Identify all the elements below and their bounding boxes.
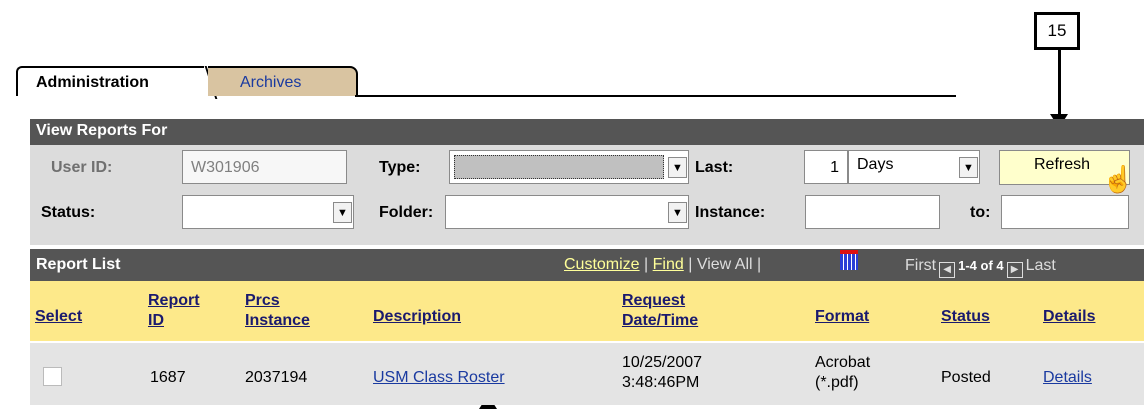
last-link: Last xyxy=(1025,257,1056,274)
report-list-title: Report List xyxy=(36,256,121,273)
customize-link[interactable]: Customize xyxy=(564,256,640,273)
callout-number: 15 xyxy=(1047,21,1067,40)
last-value: 1 xyxy=(830,159,839,176)
view-reports-header: View Reports For xyxy=(30,119,1144,145)
type-label: Type: xyxy=(379,159,421,176)
find-link[interactable]: Find xyxy=(653,256,684,273)
col-format[interactable]: Format xyxy=(815,307,869,327)
last-unit-value: Days xyxy=(857,156,894,173)
col-status[interactable]: Status xyxy=(941,307,990,327)
col-select[interactable]: Select xyxy=(35,307,82,327)
row-description-link[interactable]: USM Class Roster xyxy=(373,368,505,388)
status-label: Status: xyxy=(41,204,96,221)
callout-arrow xyxy=(1058,50,1061,118)
user-id-field: W301906 xyxy=(182,150,347,184)
instance-label: Instance: xyxy=(695,204,766,221)
previous-icon[interactable]: ◀ xyxy=(939,262,956,278)
chevron-down-icon[interactable]: ▼ xyxy=(668,202,687,223)
row-select-checkbox[interactable] xyxy=(43,367,62,386)
user-id-label: User ID: xyxy=(51,159,113,176)
next-icon[interactable]: ▶ xyxy=(1006,262,1023,278)
hand-cursor-icon: ☝ xyxy=(1102,164,1135,194)
refresh-label: Refresh xyxy=(1034,156,1091,173)
last-unit-select[interactable]: Days ▼ xyxy=(848,150,980,184)
chevron-down-icon[interactable]: ▼ xyxy=(668,157,687,178)
col-details[interactable]: Details xyxy=(1043,307,1095,327)
callout-box: 15 xyxy=(1034,12,1080,50)
type-select[interactable]: ▼ xyxy=(449,150,689,184)
row-status: Posted xyxy=(941,369,991,386)
to-label: to: xyxy=(970,204,991,221)
status-select[interactable]: ▼ xyxy=(182,195,354,229)
instance-from-input[interactable] xyxy=(805,195,940,229)
view-reports-title: View Reports For xyxy=(36,122,168,139)
col-description[interactable]: Description xyxy=(373,307,461,327)
last-label: Last: xyxy=(695,159,734,176)
instance-to-input[interactable] xyxy=(1001,195,1129,229)
tab-administration-label: Administration xyxy=(36,74,149,91)
tab-administration[interactable]: Administration xyxy=(16,66,204,96)
download-grid-icon[interactable] xyxy=(840,250,858,270)
folder-select[interactable]: ▼ xyxy=(445,195,689,229)
page-range: 1-4 of 4 xyxy=(958,258,1004,273)
row-format: Acrobat (*.pdf) xyxy=(815,354,871,391)
view-all-link[interactable]: View All xyxy=(697,256,753,273)
last-value-field[interactable]: 1 xyxy=(804,150,848,184)
col-request-datetime[interactable]: Request Date/Time xyxy=(622,291,698,331)
tab-archives[interactable]: Archives xyxy=(208,66,358,96)
row-prcs-instance: 2037194 xyxy=(245,369,308,386)
tab-divider xyxy=(355,95,956,97)
col-prcs-instance[interactable]: Prcs Instance xyxy=(245,291,310,331)
first-link: First xyxy=(905,257,937,274)
col-report-id[interactable]: Report ID xyxy=(148,291,200,331)
folder-label: Folder: xyxy=(379,204,434,221)
chevron-down-icon[interactable]: ▼ xyxy=(959,157,978,178)
tab-archives-label: Archives xyxy=(240,74,302,91)
chevron-down-icon[interactable]: ▼ xyxy=(333,202,352,223)
list-toolbar: Customize | Find | View All | xyxy=(564,256,762,273)
type-select-focus xyxy=(454,155,664,179)
row-details-link[interactable]: Details xyxy=(1043,368,1092,388)
pagination: First ◀ 1-4 of 4 ▶ Last xyxy=(905,257,1056,278)
user-id-value: W301906 xyxy=(191,159,260,176)
row-request-datetime: 10/25/2007 3:48:46PM xyxy=(622,354,703,391)
row-report-id: 1687 xyxy=(150,369,186,386)
